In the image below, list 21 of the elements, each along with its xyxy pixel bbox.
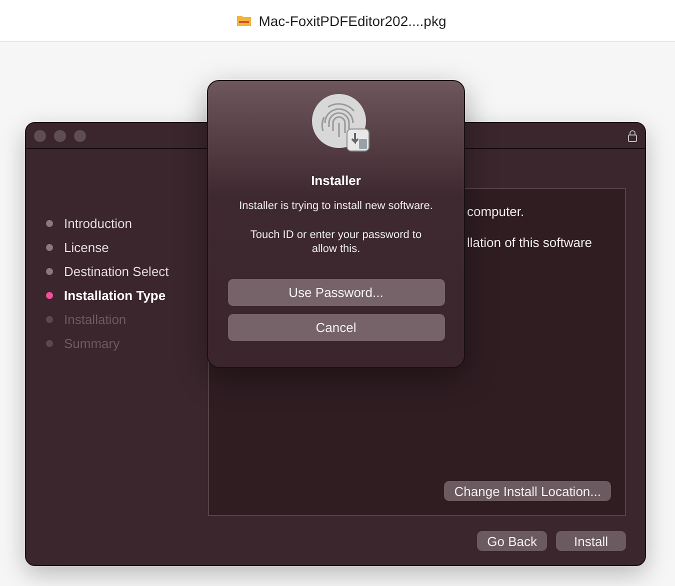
lock-icon: [628, 130, 637, 142]
footer-button[interactable]: Go Back: [477, 531, 547, 551]
zoom-button[interactable]: [74, 130, 86, 142]
dialog-message: Installer is trying to install new software.: [239, 200, 433, 212]
dialog-button[interactable]: Use Password...: [228, 279, 444, 306]
content-text: llation of this software: [467, 235, 594, 252]
change-location-button[interactable]: Change Install Location...: [444, 481, 611, 501]
footer-button[interactable]: Install: [556, 531, 626, 551]
file-name: Mac-FoxitPDFEditor202....pkg: [258, 12, 446, 28]
step-label: Destination Select: [64, 264, 169, 278]
step-label: License: [64, 240, 109, 254]
content-text: computer.: [467, 204, 526, 221]
fingerprint-icon: [311, 93, 371, 153]
dialog-button[interactable]: Cancel: [228, 314, 444, 341]
folder-icon: [236, 15, 251, 26]
dialog-prompt: Touch ID or enter your password to allow this.: [249, 228, 423, 256]
step-label: Introduction: [64, 216, 132, 230]
close-button[interactable]: [34, 130, 46, 142]
step-label: Installation Type: [64, 288, 166, 302]
dialog-title: Installer: [311, 173, 361, 188]
minimize-button[interactable]: [54, 130, 66, 142]
